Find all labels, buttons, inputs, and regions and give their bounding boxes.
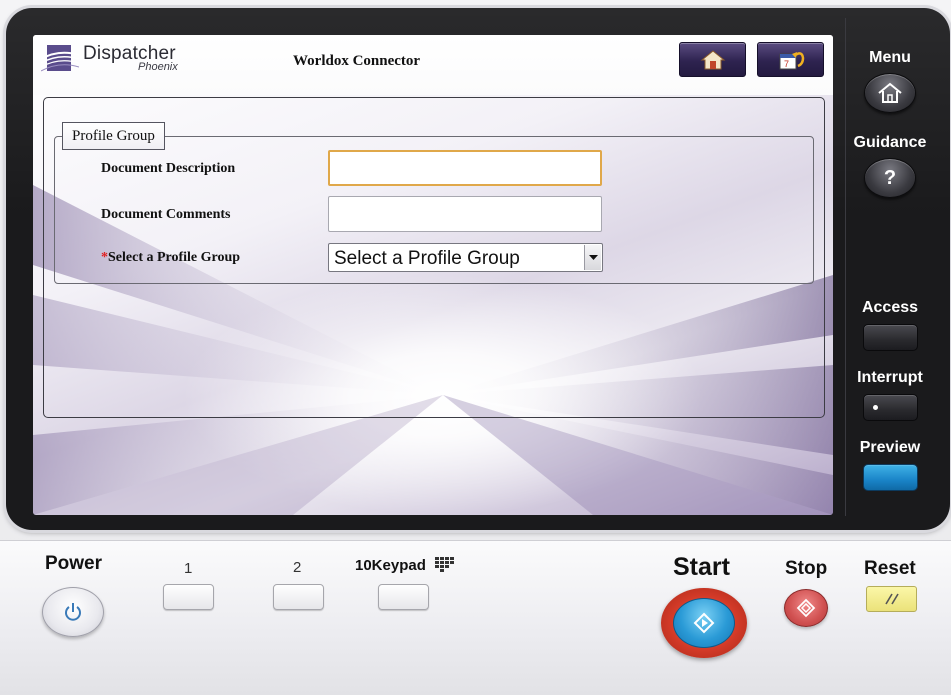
home-button[interactable]	[679, 42, 746, 77]
menu-button[interactable]	[864, 73, 916, 113]
logo-mark-icon	[41, 45, 79, 72]
stop-diamond-icon	[796, 598, 816, 618]
side-control-panel: Menu Guidance ? Access Interrupt Preview	[845, 18, 945, 516]
guidance-button[interactable]: ?	[864, 158, 916, 198]
key-1-button[interactable]	[163, 584, 214, 610]
power-button[interactable]	[42, 587, 104, 637]
access-button[interactable]	[863, 324, 918, 351]
document-description-label: Document Description	[101, 161, 236, 176]
preview-label: Preview	[859, 439, 921, 456]
keypad-grid-icon	[435, 557, 454, 572]
indicator-dot-icon	[873, 405, 878, 410]
bottom-control-panel: Power 1 2 10Keypad Start Stop Reset	[0, 540, 951, 695]
key-2-button[interactable]	[273, 584, 324, 610]
start-inner	[673, 598, 735, 648]
dispatcher-logo: Dispatcher Phoenix	[41, 41, 181, 77]
interrupt-button[interactable]	[863, 394, 918, 421]
stop-label: Stop	[785, 558, 828, 579]
back-button[interactable]: 7	[757, 42, 824, 77]
key-2-label: 2	[293, 559, 302, 576]
profile-group-label: *Select a Profile Group	[101, 250, 240, 266]
dropdown-arrow[interactable]	[584, 245, 601, 270]
interrupt-label: Interrupt	[857, 369, 923, 386]
start-button[interactable]	[661, 588, 747, 658]
home-outline-icon	[878, 82, 902, 103]
home-icon	[700, 49, 725, 69]
power-icon	[65, 603, 81, 621]
stop-button[interactable]	[784, 589, 828, 627]
guidance-label: Guidance	[853, 134, 927, 151]
access-label: Access	[861, 299, 919, 316]
keypad-button[interactable]	[378, 584, 429, 610]
profile-group-selected-value: Select a Profile Group	[334, 248, 520, 269]
document-description-input[interactable]	[328, 150, 602, 186]
question-icon: ?	[883, 166, 897, 189]
device-panel: Dispatcher Phoenix Worldox Connector 7 P…	[0, 0, 951, 695]
power-label: Power	[45, 553, 103, 574]
reset-button[interactable]	[866, 586, 917, 612]
reset-label: Reset	[864, 558, 916, 579]
start-label: Start	[673, 553, 730, 581]
menu-label: Menu	[869, 49, 911, 66]
logo-subtitle: Phoenix	[138, 61, 178, 73]
profile-group-select[interactable]: Select a Profile Group	[328, 243, 603, 272]
reset-slash-icon	[884, 593, 899, 605]
preview-button[interactable]	[863, 464, 918, 491]
app-title: Worldox Connector	[293, 53, 421, 69]
key-1-label: 1	[184, 560, 193, 577]
touch-screen: Dispatcher Phoenix Worldox Connector 7 P…	[33, 35, 833, 515]
profile-group-legend: Profile Group	[62, 122, 165, 150]
chevron-down-icon	[588, 254, 598, 260]
app-header: Dispatcher Phoenix Worldox Connector 7	[33, 35, 833, 95]
start-diamond-icon	[693, 612, 715, 634]
required-marker: *	[101, 250, 108, 265]
calendar-back-icon: 7	[779, 51, 804, 69]
keypad-label: 10Keypad	[355, 557, 426, 574]
profile-group-label-text: Select a Profile Group	[108, 250, 241, 265]
document-comments-input[interactable]	[328, 196, 602, 232]
document-comments-label: Document Comments	[101, 207, 231, 222]
svg-text:7: 7	[784, 59, 789, 69]
